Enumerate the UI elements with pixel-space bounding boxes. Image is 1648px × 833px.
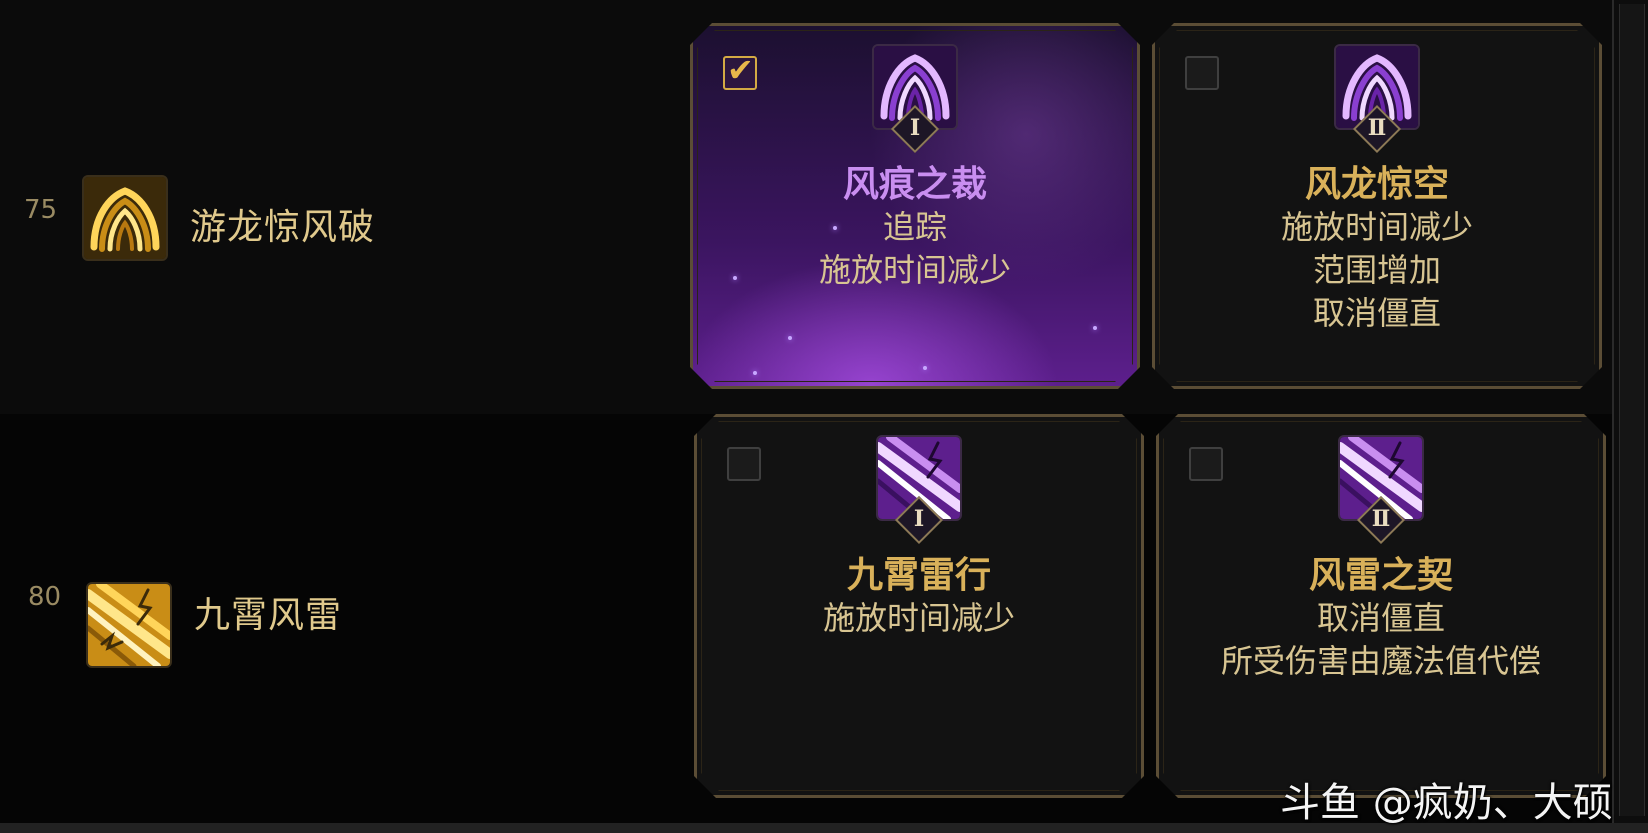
sparkle bbox=[788, 336, 792, 340]
golden-lightning-icon bbox=[86, 582, 172, 668]
scrollbar-thumb[interactable] bbox=[1619, 4, 1645, 816]
purple-lightning-icon: Ⅰ bbox=[876, 435, 962, 521]
option-card[interactable]: Ⅰ 九霄雷行 施放时间减少 bbox=[694, 414, 1144, 798]
skill-selection-panel: 75 游龙惊风破 ✔ Ⅰ 风痕之裁 追踪 施放时间减少 Ⅱ 风龙惊空 施放时间减… bbox=[0, 0, 1648, 833]
option-description: 风龙惊空 施放时间减少 范围增加 取消僵直 bbox=[1155, 162, 1599, 335]
skill-level: 80 bbox=[28, 582, 62, 612]
option-description: 风痕之裁 追踪 施放时间减少 bbox=[693, 162, 1137, 292]
tier-numeral: Ⅱ bbox=[1367, 115, 1387, 141]
option-effect: 取消僵直 bbox=[1312, 294, 1441, 332]
stream-watermark: 斗鱼 @疯奶、大硕 bbox=[1280, 780, 1613, 826]
skill-row: 80 九霄风雷 Ⅰ 九霄雷行 施放时间减少 Ⅱ 风雷之契 取消僵直 所受伤害由魔… bbox=[0, 414, 1612, 830]
option-checkbox[interactable] bbox=[727, 447, 761, 481]
option-title: 风雷之契 bbox=[1308, 554, 1453, 596]
golden-swirl-icon bbox=[82, 175, 168, 261]
option-title: 九霄雷行 bbox=[846, 554, 991, 596]
tier-numeral: Ⅱ bbox=[1371, 506, 1391, 532]
sparkle bbox=[923, 366, 927, 370]
tier-numeral: Ⅰ bbox=[909, 115, 921, 141]
checkmark-icon: ✔ bbox=[727, 51, 754, 89]
option-card[interactable]: Ⅱ 风雷之契 取消僵直 所受伤害由魔法值代偿 bbox=[1156, 414, 1606, 798]
skill-name: 九霄风雷 bbox=[194, 595, 343, 636]
option-effect: 施放时间减少 bbox=[1280, 208, 1473, 246]
option-title: 风痕之裁 bbox=[842, 163, 987, 205]
option-description: 风雷之契 取消僵直 所受伤害由魔法值代偿 bbox=[1159, 553, 1603, 683]
tier-numeral: Ⅰ bbox=[913, 506, 925, 532]
sparkle bbox=[1093, 326, 1097, 330]
option-effect: 所受伤害由魔法值代偿 bbox=[1220, 642, 1541, 680]
option-checkbox[interactable]: ✔ bbox=[723, 56, 757, 90]
option-effect: 施放时间减少 bbox=[822, 599, 1015, 637]
sparkle bbox=[753, 371, 757, 375]
option-card[interactable]: ✔ Ⅰ 风痕之裁 追踪 施放时间减少 bbox=[690, 23, 1140, 389]
skill-level: 75 bbox=[24, 195, 58, 225]
vertical-scrollbar[interactable] bbox=[1612, 0, 1648, 823]
option-effect: 追踪 bbox=[882, 208, 947, 246]
skill-row: 75 游龙惊风破 ✔ Ⅰ 风痕之裁 追踪 施放时间减少 Ⅱ 风龙惊空 施放时间减… bbox=[0, 0, 1612, 414]
option-checkbox[interactable] bbox=[1185, 56, 1219, 90]
option-checkbox[interactable] bbox=[1189, 447, 1223, 481]
option-effect: 取消僵直 bbox=[1316, 599, 1445, 637]
option-effect: 范围增加 bbox=[1312, 251, 1441, 289]
skill-name: 游龙惊风破 bbox=[190, 207, 376, 248]
option-description: 九霄雷行 施放时间减少 bbox=[697, 553, 1141, 640]
purple-lightning-icon: Ⅱ bbox=[1338, 435, 1424, 521]
purple-swirl-icon: Ⅱ bbox=[1334, 44, 1420, 130]
purple-swirl-icon: Ⅰ bbox=[872, 44, 958, 130]
option-title: 风龙惊空 bbox=[1304, 163, 1449, 205]
option-effect: 施放时间减少 bbox=[818, 251, 1011, 289]
option-card[interactable]: Ⅱ 风龙惊空 施放时间减少 范围增加 取消僵直 bbox=[1152, 23, 1602, 389]
